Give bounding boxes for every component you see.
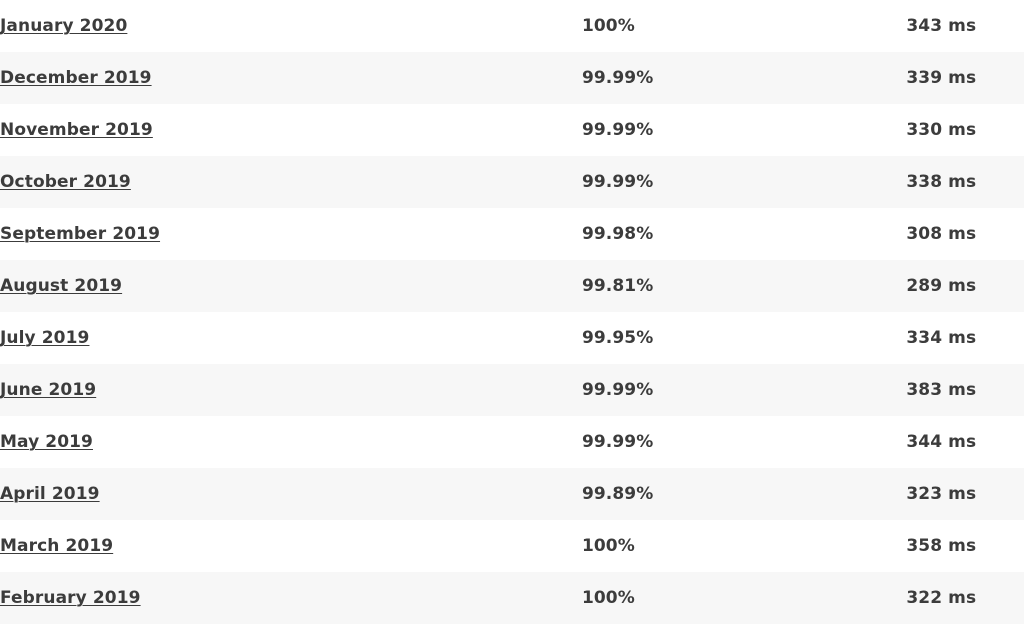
response-time-cell: 334 ms bbox=[906, 312, 1024, 364]
response-time-cell: 358 ms bbox=[906, 520, 1024, 572]
response-time-value: 339 ms bbox=[906, 68, 977, 88]
table-row: November 2019 99.99% 330 ms bbox=[0, 104, 1024, 156]
month-cell: October 2019 bbox=[0, 156, 582, 208]
month-cell: August 2019 bbox=[0, 260, 582, 312]
month-link[interactable]: March 2019 bbox=[0, 536, 113, 556]
response-time-cell: 344 ms bbox=[906, 416, 1024, 468]
uptime-value: 100% bbox=[581, 536, 635, 556]
month-cell: July 2019 bbox=[0, 312, 582, 364]
month-link[interactable]: January 2020 bbox=[0, 16, 127, 36]
month-link[interactable]: October 2019 bbox=[0, 172, 131, 192]
response-time-value: 330 ms bbox=[906, 120, 977, 140]
uptime-cell: 99.81% bbox=[582, 260, 906, 312]
response-time-value: 334 ms bbox=[906, 328, 977, 348]
response-time-cell: 343 ms bbox=[906, 0, 1024, 52]
table-row: December 2019 99.99% 339 ms bbox=[0, 52, 1024, 104]
uptime-value: 99.95% bbox=[581, 328, 654, 348]
uptime-history-table: January 2020 100% 343 ms December 2019 99.99… bbox=[0, 0, 1024, 624]
table-row: March 2019 100% 358 ms bbox=[0, 520, 1024, 572]
response-time-cell: 322 ms bbox=[906, 572, 1024, 624]
uptime-value: 100% bbox=[581, 16, 635, 36]
response-time-value: 343 ms bbox=[906, 16, 977, 36]
response-time-value: 289 ms bbox=[906, 276, 977, 296]
uptime-value: 99.81% bbox=[581, 276, 654, 296]
month-cell: January 2020 bbox=[0, 0, 582, 52]
uptime-value: 99.99% bbox=[581, 120, 654, 140]
uptime-value: 99.99% bbox=[581, 380, 654, 400]
response-time-value: 358 ms bbox=[906, 536, 977, 556]
uptime-cell: 99.99% bbox=[582, 156, 906, 208]
table-row: August 2019 99.81% 289 ms bbox=[0, 260, 1024, 312]
month-cell: April 2019 bbox=[0, 468, 582, 520]
response-time-cell: 323 ms bbox=[906, 468, 1024, 520]
response-time-cell: 338 ms bbox=[906, 156, 1024, 208]
uptime-value: 99.89% bbox=[581, 484, 654, 504]
response-time-cell: 339 ms bbox=[906, 52, 1024, 104]
month-cell: May 2019 bbox=[0, 416, 582, 468]
month-link[interactable]: April 2019 bbox=[0, 484, 100, 504]
month-link[interactable]: May 2019 bbox=[0, 432, 93, 452]
response-time-value: 338 ms bbox=[906, 172, 977, 192]
uptime-value: 99.99% bbox=[581, 68, 654, 88]
uptime-table-body: January 2020 100% 343 ms December 2019 99.99… bbox=[0, 0, 1024, 624]
uptime-cell: 99.89% bbox=[582, 468, 906, 520]
table-row: April 2019 99.89% 323 ms bbox=[0, 468, 1024, 520]
month-link[interactable]: November 2019 bbox=[0, 120, 153, 140]
month-cell: September 2019 bbox=[0, 208, 582, 260]
table-row: February 2019 100% 322 ms bbox=[0, 572, 1024, 624]
uptime-cell: 99.98% bbox=[582, 208, 906, 260]
uptime-cell: 99.99% bbox=[582, 52, 906, 104]
response-time-value: 308 ms bbox=[906, 224, 977, 244]
uptime-cell: 100% bbox=[582, 520, 906, 572]
table-row: May 2019 99.99% 344 ms bbox=[0, 416, 1024, 468]
month-link[interactable]: February 2019 bbox=[0, 588, 141, 608]
uptime-value: 100% bbox=[581, 588, 635, 608]
month-cell: February 2019 bbox=[0, 572, 582, 624]
month-cell: March 2019 bbox=[0, 520, 582, 572]
uptime-cell: 99.99% bbox=[582, 104, 906, 156]
month-cell: December 2019 bbox=[0, 52, 582, 104]
table-row: July 2019 99.95% 334 ms bbox=[0, 312, 1024, 364]
uptime-cell: 99.95% bbox=[582, 312, 906, 364]
table-row: September 2019 99.98% 308 ms bbox=[0, 208, 1024, 260]
month-link[interactable]: August 2019 bbox=[0, 276, 122, 296]
month-cell: June 2019 bbox=[0, 364, 582, 416]
response-time-cell: 308 ms bbox=[906, 208, 1024, 260]
response-time-value: 322 ms bbox=[906, 588, 977, 608]
uptime-value: 99.99% bbox=[581, 432, 654, 452]
month-link[interactable]: December 2019 bbox=[0, 68, 152, 88]
uptime-cell: 99.99% bbox=[582, 364, 906, 416]
response-time-cell: 289 ms bbox=[906, 260, 1024, 312]
uptime-cell: 100% bbox=[582, 0, 906, 52]
response-time-cell: 330 ms bbox=[906, 104, 1024, 156]
table-row: October 2019 99.99% 338 ms bbox=[0, 156, 1024, 208]
response-time-cell: 383 ms bbox=[906, 364, 1024, 416]
table-row: January 2020 100% 343 ms bbox=[0, 0, 1024, 52]
month-link[interactable]: June 2019 bbox=[0, 380, 96, 400]
response-time-value: 323 ms bbox=[906, 484, 977, 504]
month-cell: November 2019 bbox=[0, 104, 582, 156]
uptime-value: 99.98% bbox=[581, 224, 654, 244]
response-time-value: 344 ms bbox=[906, 432, 977, 452]
table-row: June 2019 99.99% 383 ms bbox=[0, 364, 1024, 416]
uptime-cell: 100% bbox=[582, 572, 906, 624]
response-time-value: 383 ms bbox=[906, 380, 977, 400]
uptime-cell: 99.99% bbox=[582, 416, 906, 468]
uptime-value: 99.99% bbox=[581, 172, 654, 192]
month-link[interactable]: July 2019 bbox=[0, 328, 89, 348]
month-link[interactable]: September 2019 bbox=[0, 224, 160, 244]
